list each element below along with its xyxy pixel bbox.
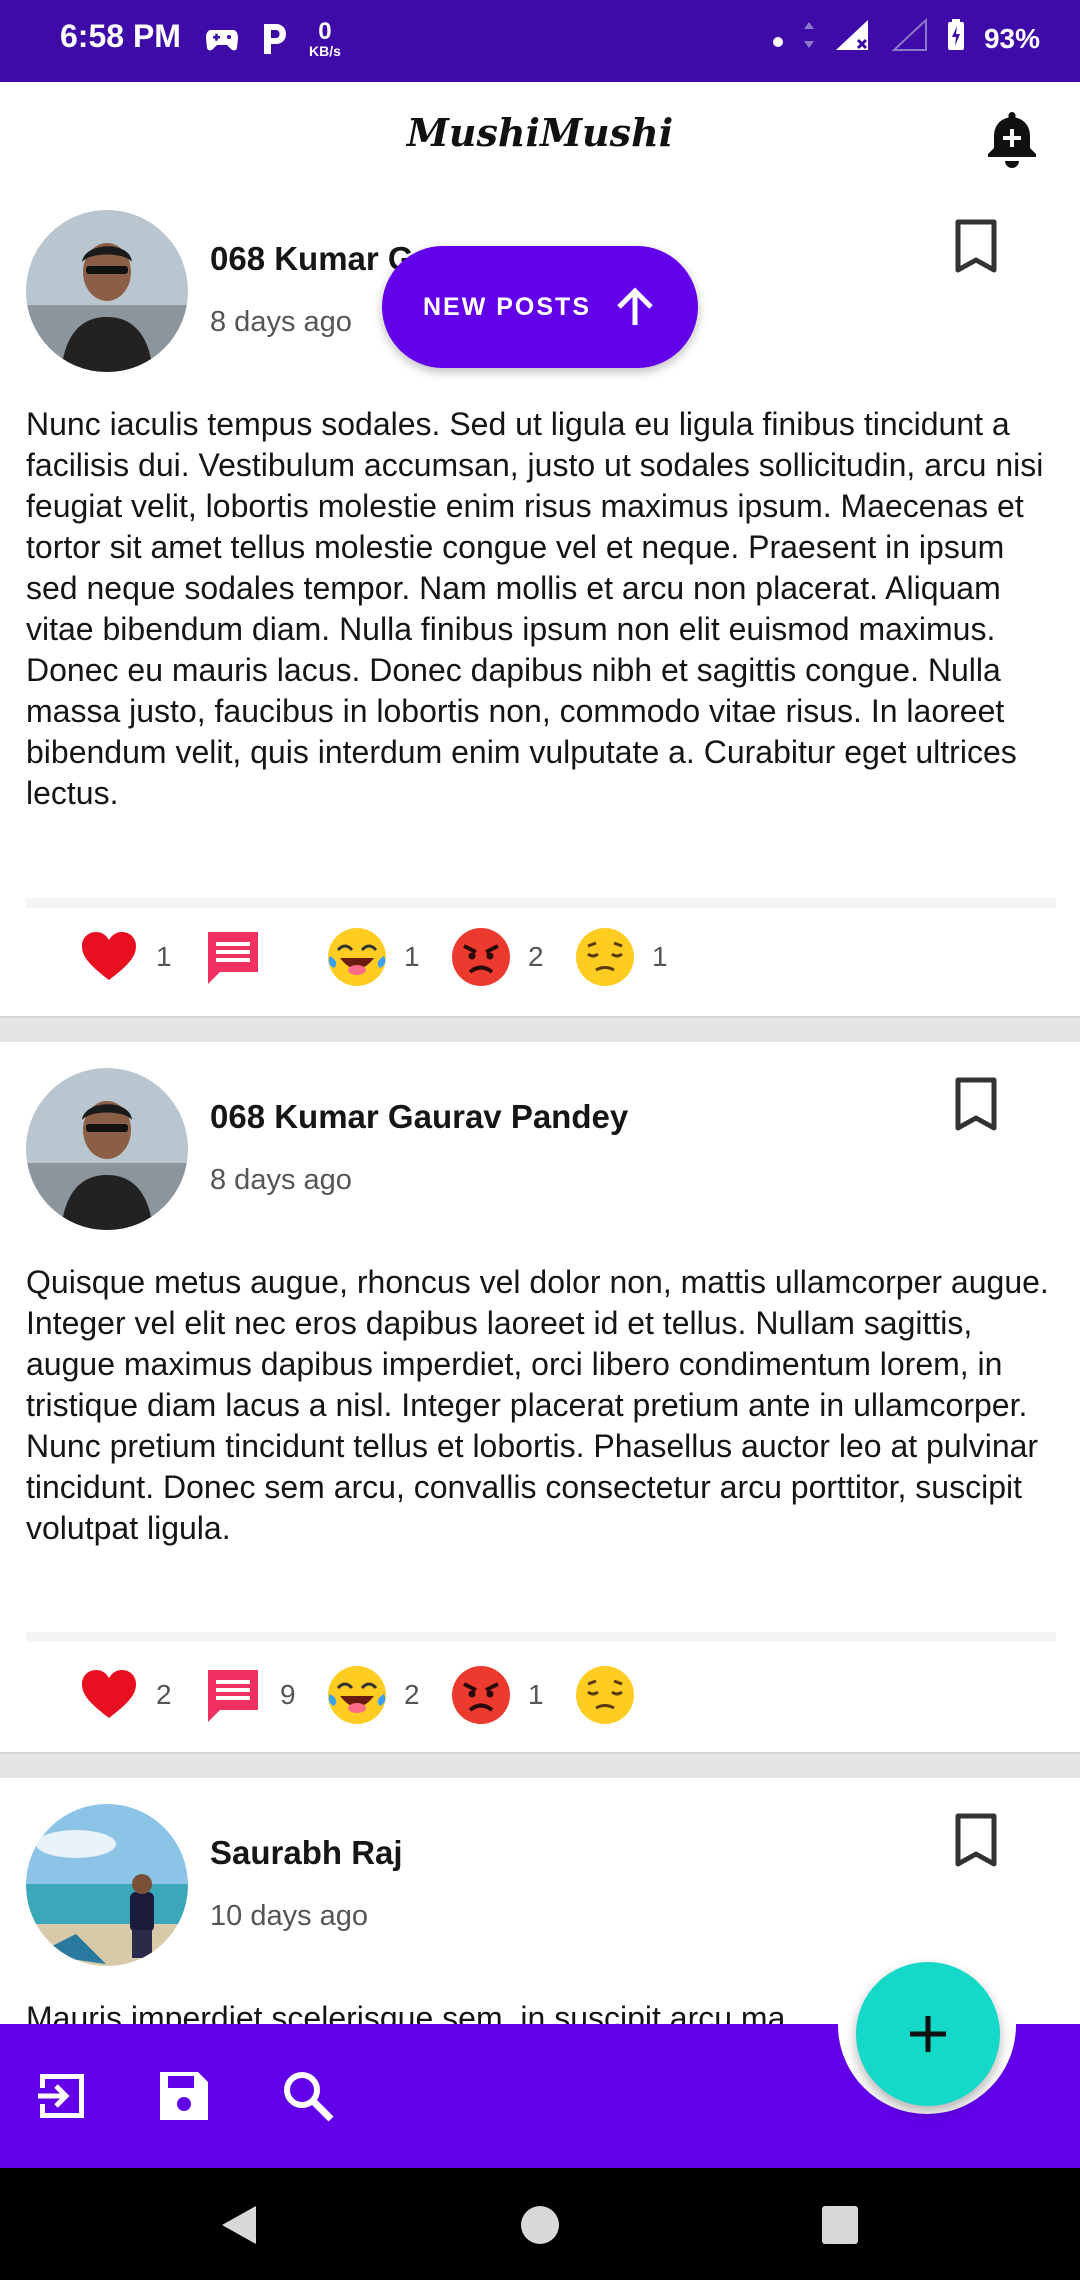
sad-reaction[interactable]: 1 (574, 926, 668, 988)
reaction-bar: 2 9 2 1 (78, 1664, 698, 1726)
divider (26, 1632, 1056, 1642)
avatar[interactable] (26, 210, 188, 372)
post-time: 8 days ago (210, 306, 352, 338)
notification-add-icon[interactable] (984, 108, 1040, 168)
network-speed: 0 KB/s (309, 18, 341, 59)
post-separator (0, 1752, 1080, 1778)
reaction-bar: 1 1 2 1 (78, 926, 698, 988)
like-reaction[interactable]: 2 (78, 1664, 172, 1726)
status-bar: 6:58 PM 0 KB/s 93% (0, 0, 1080, 82)
like-reaction[interactable]: 1 (78, 926, 172, 988)
post-author[interactable]: 068 Kumar Gaurav Pandey (210, 1098, 628, 1136)
dot-icon (772, 23, 784, 55)
laugh-reaction[interactable]: 2 (326, 1664, 420, 1726)
add-icon (910, 2016, 946, 2052)
like-count: 2 (156, 1679, 172, 1710)
avatar[interactable] (26, 1068, 188, 1230)
battery-charging-icon (946, 18, 966, 59)
network-speed-value: 0 (318, 18, 332, 45)
recents-icon[interactable] (820, 2202, 860, 2253)
laugh-count: 1 (404, 941, 420, 972)
back-icon[interactable] (216, 2202, 260, 2253)
laugh-count: 2 (404, 1679, 420, 1710)
sad-emoji-icon (576, 1666, 634, 1724)
sad-reaction[interactable] (574, 1664, 668, 1726)
laugh-reaction[interactable]: 1 (326, 926, 420, 988)
post-author[interactable]: Saurabh Raj (210, 1834, 403, 1872)
like-count: 1 (156, 941, 172, 972)
laughing-emoji-icon (328, 928, 386, 986)
comment-icon (208, 1670, 258, 1722)
game-controller-icon (205, 22, 239, 56)
bookmark-icon[interactable] (952, 1812, 1000, 1870)
angry-count: 1 (528, 1679, 544, 1710)
arrow-up-icon (617, 287, 653, 325)
signal-empty-icon (891, 17, 928, 59)
signal-icon (834, 18, 874, 59)
app-title: MushiMushi (406, 110, 674, 155)
status-time: 6:58 PM (60, 18, 181, 54)
sad-emoji-icon (576, 928, 634, 986)
save-icon[interactable] (156, 2068, 212, 2124)
bookmark-icon[interactable] (952, 1076, 1000, 1134)
angry-reaction[interactable]: 2 (450, 926, 544, 988)
post-separator (0, 1016, 1080, 1042)
network-speed-unit: KB/s (309, 43, 341, 59)
post-time: 10 days ago (210, 1900, 369, 1932)
search-icon[interactable] (280, 2068, 336, 2124)
paytm-p-icon (257, 22, 291, 56)
divider (26, 898, 1056, 908)
app-bar: MushiMushi (0, 82, 1080, 196)
post-body: Quisque metus augue, rhoncus vel dolor n… (26, 1264, 1049, 1546)
angry-emoji-icon (452, 928, 510, 986)
bookmark-icon[interactable] (952, 218, 1000, 276)
system-navigation-bar (0, 2168, 1080, 2280)
avatar[interactable] (26, 1804, 188, 1966)
logout-icon[interactable] (34, 2068, 90, 2124)
comment-reaction[interactable]: 9 (202, 1664, 296, 1726)
add-post-fab[interactable] (856, 1962, 1000, 2106)
home-icon[interactable] (520, 2202, 560, 2253)
status-notification-icons: 0 KB/s (205, 20, 341, 58)
sad-count: 1 (652, 941, 668, 972)
post-card[interactable]: 068 Kumar Gaurav Pandey 8 days ago Quisq… (0, 1042, 1080, 1752)
comment-reaction[interactable] (202, 926, 296, 988)
angry-emoji-icon (452, 1666, 510, 1724)
angry-reaction[interactable]: 1 (450, 1664, 544, 1726)
new-posts-label: NEW POSTS (422, 292, 591, 321)
status-system-icons: 93% (772, 17, 1040, 59)
post-time: 8 days ago (210, 1164, 352, 1196)
laughing-emoji-icon (328, 1666, 386, 1724)
comment-icon (208, 932, 258, 984)
new-posts-button[interactable]: NEW POSTS (382, 246, 698, 368)
battery-level: 93% (983, 22, 1040, 54)
comment-count: 9 (280, 1679, 296, 1710)
angry-count: 2 (528, 941, 544, 972)
data-arrows-icon (802, 20, 816, 57)
post-body: Nunc iaculis tempus sodales. Sed ut ligu… (26, 406, 1044, 811)
heart-icon (82, 1670, 136, 1718)
heart-icon (82, 932, 136, 980)
